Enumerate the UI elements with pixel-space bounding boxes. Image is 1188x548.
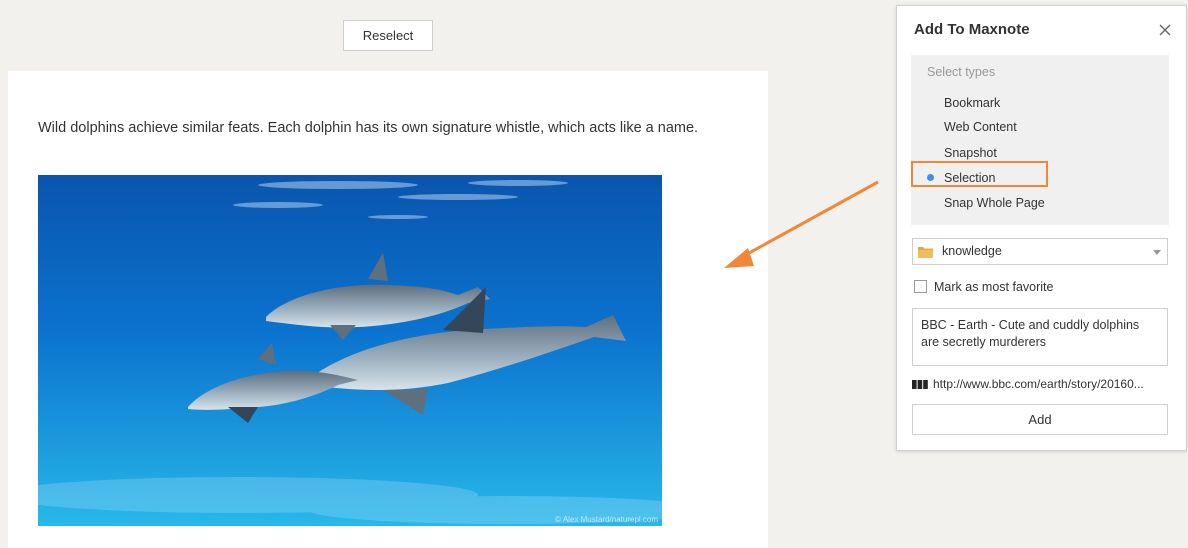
source-url: http://www.bbc.com/earth/story/20160... — [933, 377, 1144, 391]
type-option-snap-whole-page[interactable]: Snap Whole Page — [944, 196, 1045, 210]
favorite-checkbox[interactable] — [914, 280, 927, 293]
type-option-web-content[interactable]: Web Content — [944, 120, 1017, 134]
folder-dropdown[interactable]: knowledge — [912, 238, 1168, 265]
note-title-field[interactable]: BBC - Earth - Cute and cuddly dolphins a… — [912, 308, 1168, 366]
favorite-label: Mark as most favorite — [934, 280, 1054, 294]
add-button[interactable]: Add — [912, 404, 1168, 435]
article-content: Wild dolphins achieve similar feats. Eac… — [8, 71, 768, 548]
panel-title: Add To Maxnote — [914, 21, 1030, 38]
reselect-button[interactable]: Reselect — [343, 20, 433, 51]
type-option-bookmark[interactable]: Bookmark — [944, 96, 1000, 110]
type-option-snapshot[interactable]: Snapshot — [944, 146, 997, 160]
annotation-arrow-icon — [724, 180, 879, 268]
bbc-favicon-icon — [912, 380, 928, 389]
close-icon[interactable] — [1158, 23, 1172, 37]
add-to-maxnote-panel: Add To Maxnote Select types Bookmark Web… — [896, 5, 1187, 451]
source-url-row: http://www.bbc.com/earth/story/20160... — [912, 377, 1170, 393]
dolphin-photo-art — [38, 175, 662, 526]
chevron-down-icon — [1153, 250, 1161, 255]
dolphin-photo: © Alex Mustard/naturepl.com — [38, 175, 662, 526]
article-paragraph: Wild dolphins achieve similar feats. Eac… — [38, 120, 699, 136]
radio-selected-icon — [927, 174, 934, 181]
select-types-label: Select types — [927, 65, 996, 79]
folder-icon — [918, 247, 933, 258]
select-types-box: Select types Bookmark Web Content Snapsh… — [911, 55, 1169, 225]
photo-credit: © Alex Mustard/naturepl.com — [555, 515, 658, 524]
type-option-selection[interactable]: Selection — [944, 171, 995, 185]
folder-value: knowledge — [942, 244, 1002, 258]
